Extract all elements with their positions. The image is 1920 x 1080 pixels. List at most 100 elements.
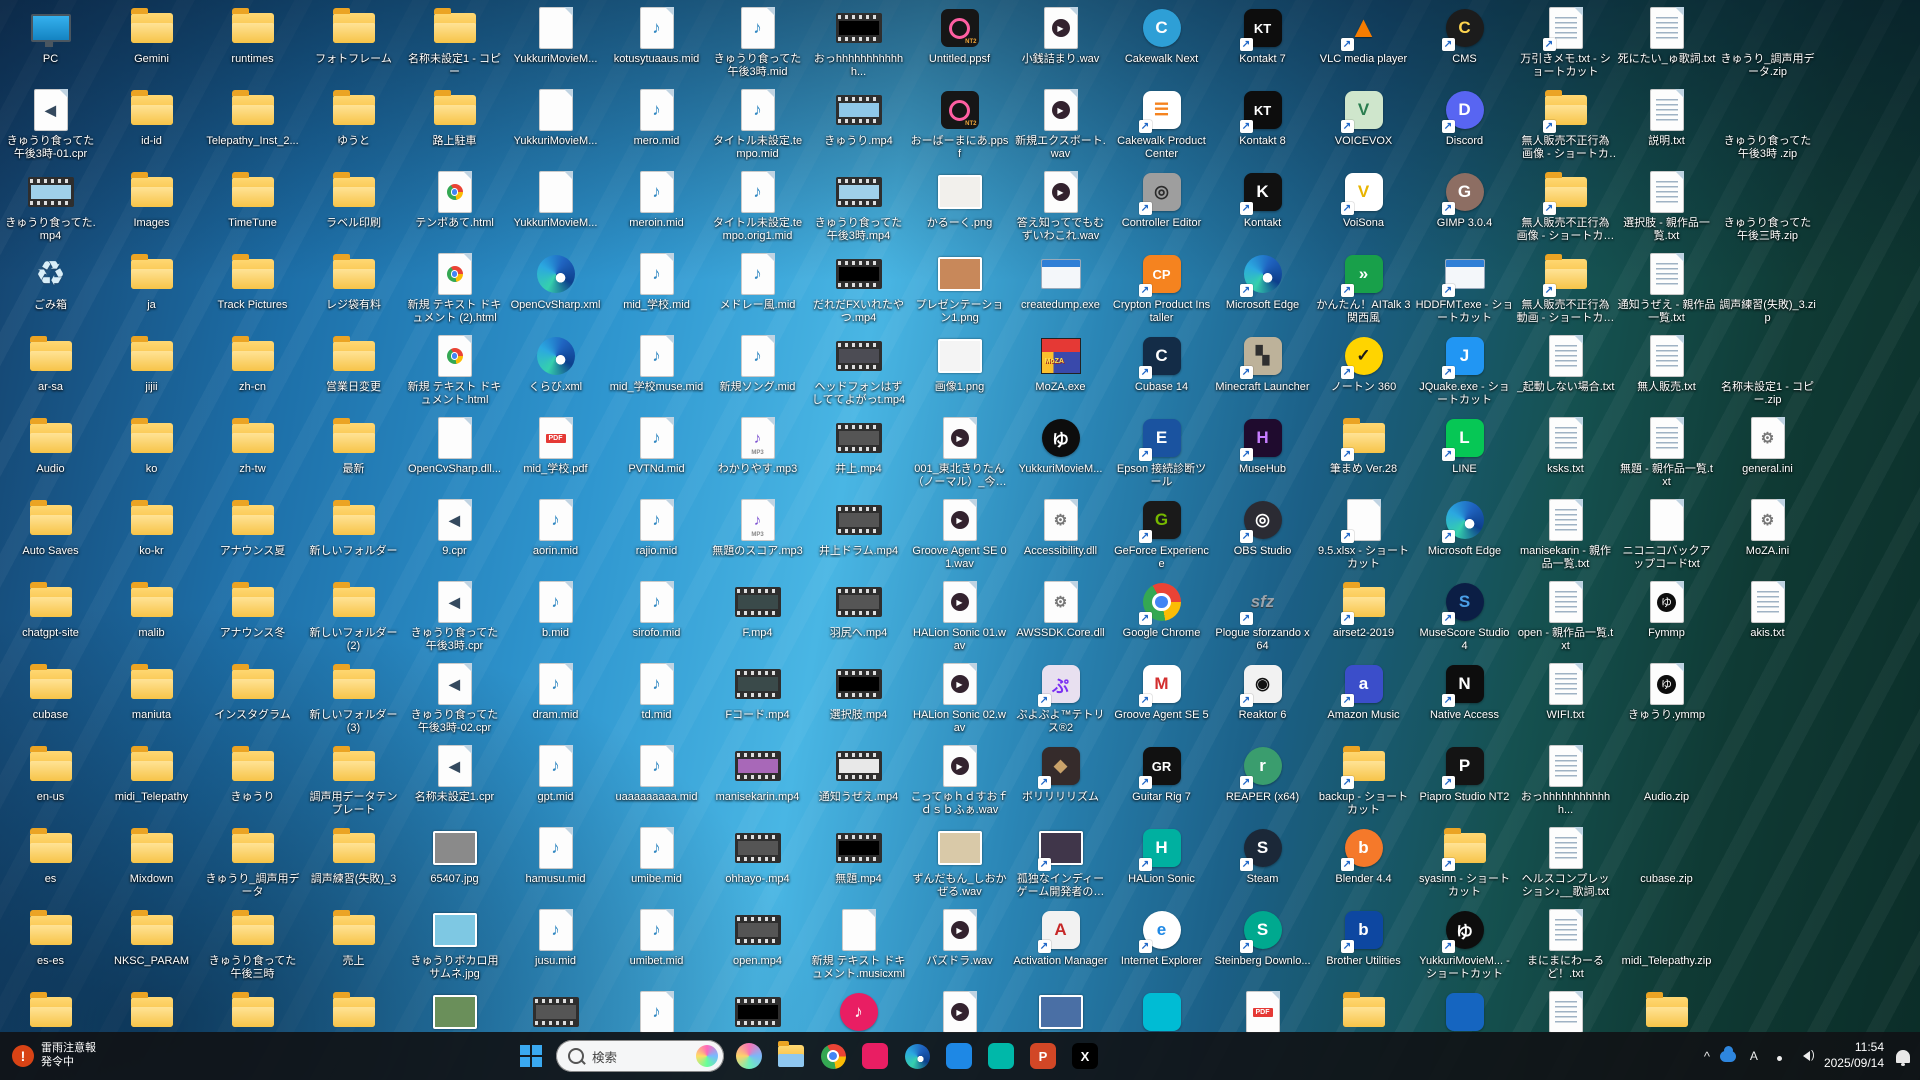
desktop-icon[interactable]: a↗Amazon Music bbox=[1313, 658, 1414, 740]
desktop-icon[interactable]: ⚙general.ini bbox=[1717, 412, 1818, 494]
desktop-icon[interactable]: cubase.zip bbox=[1616, 822, 1717, 904]
desktop-icon[interactable]: jijii bbox=[101, 330, 202, 412]
desktop-icon[interactable]: »↗かんたん！AITalk 3 関西風 bbox=[1313, 248, 1414, 330]
volume-icon[interactable] bbox=[1798, 1048, 1814, 1064]
desktop-icon[interactable]: L↗LINE bbox=[1414, 412, 1515, 494]
desktop-icon[interactable]: ♪jusu.mid bbox=[505, 904, 606, 986]
desktop-icon[interactable]: C↗CMS bbox=[1414, 2, 1515, 84]
desktop-icon[interactable]: Telepathy_Inst_2... bbox=[202, 84, 303, 166]
desktop-icon[interactable]: ゆきゅうり.ymmp bbox=[1616, 658, 1717, 740]
desktop-icon[interactable]: きゅうりボカロ用サムネ.jpg bbox=[404, 904, 505, 986]
desktop-icon[interactable]: G↗GeForce Experience bbox=[1111, 494, 1212, 576]
desktop-icon[interactable]: zh-cn bbox=[202, 330, 303, 412]
desktop-icon[interactable]: きゅうり_調声用データ bbox=[202, 822, 303, 904]
desktop-icon[interactable]: Untitled.ppsf bbox=[909, 2, 1010, 84]
desktop-icon[interactable]: ♪mid_学校.mid bbox=[606, 248, 707, 330]
desktop-icon[interactable]: malib bbox=[101, 576, 202, 658]
desktop-icon[interactable]: 路上駐車 bbox=[404, 84, 505, 166]
desktop-icon[interactable]: ✓↗ノートン 360 bbox=[1313, 330, 1414, 412]
desktop-icon[interactable]: 羽尻へ.mp4 bbox=[808, 576, 909, 658]
desktop-icon[interactable]: 新規 テキスト ドキュメント.musicxml bbox=[808, 904, 909, 986]
desktop-icon[interactable]: アナウンス夏 bbox=[202, 494, 303, 576]
desktop-icon[interactable]: ♪gpt.mid bbox=[505, 740, 606, 822]
desktop-icon[interactable]: ♪MP3無題のスコア.mp3 bbox=[707, 494, 808, 576]
desktop-icon[interactable]: ♪hamusu.mid bbox=[505, 822, 606, 904]
desktop-icon[interactable]: C↗Cubase 14 bbox=[1111, 330, 1212, 412]
desktop-icon[interactable]: cubase bbox=[0, 658, 101, 740]
desktop-icon[interactable]: 説明.txt bbox=[1616, 84, 1717, 166]
desktop-icon[interactable]: V↗VOICEVOX bbox=[1313, 84, 1414, 166]
desktop-icon[interactable]: ♪umibe.mid bbox=[606, 822, 707, 904]
desktop-icon[interactable]: ♪きゅうり食ってた午後3時.mid bbox=[707, 2, 808, 84]
notification-bell-icon[interactable] bbox=[1894, 1048, 1910, 1064]
desktop-icon[interactable]: ↗HDDFMT.exe - ショートカット bbox=[1414, 248, 1515, 330]
desktop-icon[interactable]: PC bbox=[0, 2, 101, 84]
desktop-icon[interactable]: ♪umibet.mid bbox=[606, 904, 707, 986]
desktop-icon[interactable]: レジ袋有料 bbox=[303, 248, 404, 330]
desktop-icon[interactable]: ♪sirofo.mid bbox=[606, 576, 707, 658]
desktop-icon[interactable]: ラベル印刷 bbox=[303, 166, 404, 248]
desktop-icon[interactable]: きゅうり食ってた午後3時.mp4 bbox=[808, 166, 909, 248]
desktop-icon[interactable]: manisekarin - 親作品一覧.txt bbox=[1515, 494, 1616, 576]
desktop-icon[interactable]: N↗Native Access bbox=[1414, 658, 1515, 740]
desktop-icon[interactable]: 新規 テキスト ドキュメント.html bbox=[404, 330, 505, 412]
desktop-icon[interactable]: Audio.zip bbox=[1616, 740, 1717, 822]
desktop-icon[interactable]: ☰↗Cakewalk Product Center bbox=[1111, 84, 1212, 166]
desktop-icon[interactable]: 死にたい_ゅ歌詞.txt bbox=[1616, 2, 1717, 84]
desktop-icon[interactable]: G↗GIMP 3.0.4 bbox=[1414, 166, 1515, 248]
desktop-icon[interactable]: 選択肢.mp4 bbox=[808, 658, 909, 740]
file-explorer-icon[interactable] bbox=[772, 1037, 810, 1075]
desktop-icon[interactable]: ♪MP3わかりやす.mp3 bbox=[707, 412, 808, 494]
desktop-icon[interactable]: Mixdown bbox=[101, 822, 202, 904]
onedrive-icon[interactable] bbox=[1720, 1048, 1736, 1064]
desktop-icon[interactable]: NKSC_PARAM bbox=[101, 904, 202, 986]
desktop-icon[interactable]: きゅうり食ってた午後三時.zip bbox=[1717, 166, 1818, 248]
desktop-icon[interactable]: ▶Groove Agent SE 01.wav bbox=[909, 494, 1010, 576]
desktop-icon[interactable]: ぷ↗ぷよぷよ™テトリス®2 bbox=[1010, 658, 1111, 740]
desktop-icon[interactable]: F.mp4 bbox=[707, 576, 808, 658]
desktop-icon[interactable]: midi_Telepathy.zip bbox=[1616, 904, 1717, 986]
desktop-icon[interactable]: ♪b.mid bbox=[505, 576, 606, 658]
desktop-icon[interactable]: ↗Google Chrome bbox=[1111, 576, 1212, 658]
desktop-icon[interactable]: ◉↗Reaktor 6 bbox=[1212, 658, 1313, 740]
desktop-icon[interactable]: ⚙Accessibility.dll bbox=[1010, 494, 1111, 576]
weather-widget[interactable]: ! 雷雨注意報 発令中 bbox=[0, 1032, 108, 1080]
desktop-icon[interactable]: ↗無人販売不正行為動画 - ショートカット bbox=[1515, 248, 1616, 330]
desktop-icon[interactable]: きゅうり_調声用データ.zip bbox=[1717, 2, 1818, 84]
copilot-icon[interactable] bbox=[730, 1037, 768, 1075]
desktop-icon[interactable]: ▚↗Minecraft Launcher bbox=[1212, 330, 1313, 412]
desktop-icon[interactable]: ▶HALion Sonic 02.wav bbox=[909, 658, 1010, 740]
desktop-icon[interactable]: ▶こってゅｈｄすおｆｄｓｂふぁ.wav bbox=[909, 740, 1010, 822]
desktop-icon[interactable]: _起動しない場合.txt bbox=[1515, 330, 1616, 412]
desktop-icon[interactable]: きゅうり bbox=[202, 740, 303, 822]
ime-indicator[interactable]: A bbox=[1746, 1048, 1762, 1064]
desktop-icon[interactable]: ▶答え知ってでもむずいわこれ.wav bbox=[1010, 166, 1111, 248]
desktop-icon[interactable]: きゅうり食ってた.mp4 bbox=[0, 166, 101, 248]
desktop-icon[interactable]: ♪PVTNd.mid bbox=[606, 412, 707, 494]
desktop-icon[interactable]: アナウンス冬 bbox=[202, 576, 303, 658]
powerpoint-icon[interactable]: P bbox=[1024, 1037, 1062, 1075]
desktop-icon[interactable]: MoZA.exe bbox=[1010, 330, 1111, 412]
desktop-icon[interactable]: E↗Epson 接続診断ツール bbox=[1111, 412, 1212, 494]
desktop-icon[interactable]: chatgpt-site bbox=[0, 576, 101, 658]
desktop-icon[interactable]: b↗Brother Utilities bbox=[1313, 904, 1414, 986]
desktop-icon[interactable]: ko-kr bbox=[101, 494, 202, 576]
desktop-icon[interactable]: 無題 - 親作品一覧.txt bbox=[1616, 412, 1717, 494]
desktop-icon[interactable]: S↗Steam bbox=[1212, 822, 1313, 904]
desktop-icon[interactable]: ♻ごみ箱 bbox=[0, 248, 101, 330]
desktop-icon[interactable]: b↗Blender 4.4 bbox=[1313, 822, 1414, 904]
desktop-icon[interactable]: 通知うぜえ.mp4 bbox=[808, 740, 909, 822]
desktop-icon[interactable]: ♪mid_学校muse.mid bbox=[606, 330, 707, 412]
desktop-icon[interactable]: ja bbox=[101, 248, 202, 330]
desktop-icon[interactable]: ↗万引きメモ.txt - ショートカット bbox=[1515, 2, 1616, 84]
desktop-icon[interactable]: ◆↗ポリリリリズム bbox=[1010, 740, 1111, 822]
desktop-icon[interactable]: akis.txt bbox=[1717, 576, 1818, 658]
desktop-icon[interactable]: ◀きゅうり食ってた午後3時-01.cpr bbox=[0, 84, 101, 166]
desktop-icon[interactable]: ♪rajio.mid bbox=[606, 494, 707, 576]
desktop-icon[interactable]: ゆ↗YukkuriMovieM... - ショートカット bbox=[1414, 904, 1515, 986]
desktop-icon[interactable]: ↗無人販売不正行為画像 - ショートカット bbox=[1515, 166, 1616, 248]
desktop-icon[interactable]: ⚙MoZA.ini bbox=[1717, 494, 1818, 576]
desktop-icon[interactable]: ▲↗VLC media player bbox=[1313, 2, 1414, 84]
desktop-icon[interactable]: ↗Microsoft Edge bbox=[1212, 248, 1313, 330]
desktop-icon[interactable]: 新しいフォルダー (2) bbox=[303, 576, 404, 658]
